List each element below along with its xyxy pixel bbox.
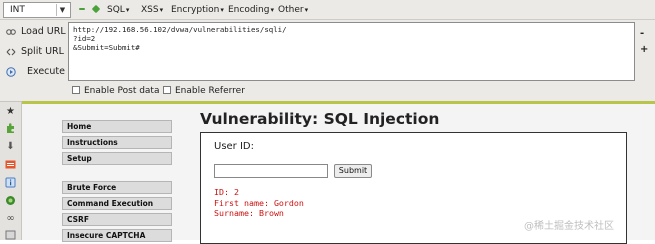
url-textarea[interactable]: http://192.168.56.102/dvwa/vulnerabiliti… — [68, 22, 635, 81]
menu-sql-label: SQL — [107, 5, 125, 15]
menu-encoding-label: Encoding — [228, 5, 270, 15]
nav-instructions[interactable]: Instructions — [62, 136, 172, 149]
nav-home[interactable]: Home — [62, 120, 172, 133]
hackbar-toolbar: INT ▼ SQL▾ XSS▾ Encryption▾ Encoding▾ Ot… — [0, 0, 655, 20]
minus-icon[interactable] — [79, 8, 85, 10]
menu-sql[interactable]: SQL▾ — [107, 3, 129, 17]
caret-icon: ▾ — [304, 6, 309, 14]
load-url-icon — [6, 27, 16, 37]
nav-insecure-captcha[interactable]: Insecure CAPTCHA — [62, 229, 172, 242]
type-select[interactable]: INT ▼ — [3, 2, 71, 18]
url-line-1: http://192.168.56.102/dvwa/vulnerabiliti… — [73, 25, 287, 34]
chevron-down-icon: ▼ — [56, 4, 68, 16]
url-line-3: &Submit=Submit# — [73, 43, 140, 52]
execute-label: Execute — [27, 66, 65, 77]
tools-icon[interactable] — [5, 229, 16, 240]
result-id: ID: 2 — [214, 187, 239, 197]
enable-referrer-label: Enable Referrer — [175, 86, 245, 96]
enable-referrer-checkbox[interactable] — [163, 85, 171, 94]
menu-encryption[interactable]: Encryption▾ — [171, 3, 224, 17]
nav-command-execution[interactable]: Command Execution — [62, 197, 172, 210]
menu-xss[interactable]: XSS▾ — [141, 3, 163, 17]
submit-button[interactable]: Submit — [334, 164, 372, 178]
plus-icon[interactable] — [91, 4, 101, 14]
browser-sidebar: ★ ⬇ ∞ — [0, 102, 22, 240]
info-icon[interactable] — [5, 177, 16, 188]
star-icon[interactable]: ★ — [5, 106, 16, 117]
caret-icon: ▾ — [220, 6, 224, 14]
nav-brute-force[interactable]: Brute Force — [62, 181, 172, 194]
nav-csrf[interactable]: CSRF — [62, 213, 172, 226]
url-line-2: ?id=2 — [73, 34, 96, 43]
split-url-icon — [6, 47, 16, 57]
html-icon[interactable] — [5, 159, 16, 170]
split-url-label: Split URL — [21, 46, 64, 57]
menu-other-label: Other — [278, 5, 304, 15]
load-url-button[interactable]: Load URL — [6, 24, 66, 40]
nav-setup[interactable]: Setup — [62, 152, 172, 165]
caret-icon: ▾ — [159, 6, 164, 14]
caret-icon: ▾ — [125, 6, 130, 14]
enable-referrer-option[interactable]: Enable Referrer — [163, 84, 245, 98]
menu-xss-label: XSS — [141, 5, 159, 15]
menu-encoding[interactable]: Encoding▾ — [228, 3, 274, 17]
split-url-button[interactable]: Split URL — [6, 44, 64, 60]
enable-post-option[interactable]: Enable Post data — [72, 84, 159, 98]
query-result: ID: 2 First name: Gordon Surname: Brown — [214, 187, 304, 219]
result-first-name: First name: Gordon — [214, 197, 304, 208]
user-id-label: User ID: — [214, 141, 254, 152]
user-id-input[interactable] — [214, 164, 328, 178]
puzzle-icon[interactable] — [5, 123, 16, 134]
execute-button[interactable]: Execute — [6, 64, 65, 80]
caret-icon: ▾ — [270, 6, 274, 14]
type-select-value: INT — [10, 5, 25, 15]
enable-post-checkbox[interactable] — [72, 85, 80, 94]
watermark: @稀土掘金技术社区 — [524, 221, 614, 232]
result-surname: Surname: Brown — [214, 208, 284, 218]
page-title: Vulnerability: SQL Injection — [200, 110, 440, 128]
enable-post-label: Enable Post data — [84, 86, 160, 96]
load-url-label: Load URL — [21, 26, 66, 37]
addon-icon[interactable] — [5, 195, 16, 206]
link-icon[interactable]: ∞ — [5, 213, 16, 224]
menu-other[interactable]: Other▾ — [278, 3, 308, 17]
increase-button[interactable]: + — [640, 44, 648, 55]
download-icon[interactable]: ⬇ — [5, 141, 16, 152]
decrease-button[interactable]: - — [640, 28, 644, 39]
execute-icon — [6, 66, 16, 77]
menu-encryption-label: Encryption — [171, 5, 220, 15]
